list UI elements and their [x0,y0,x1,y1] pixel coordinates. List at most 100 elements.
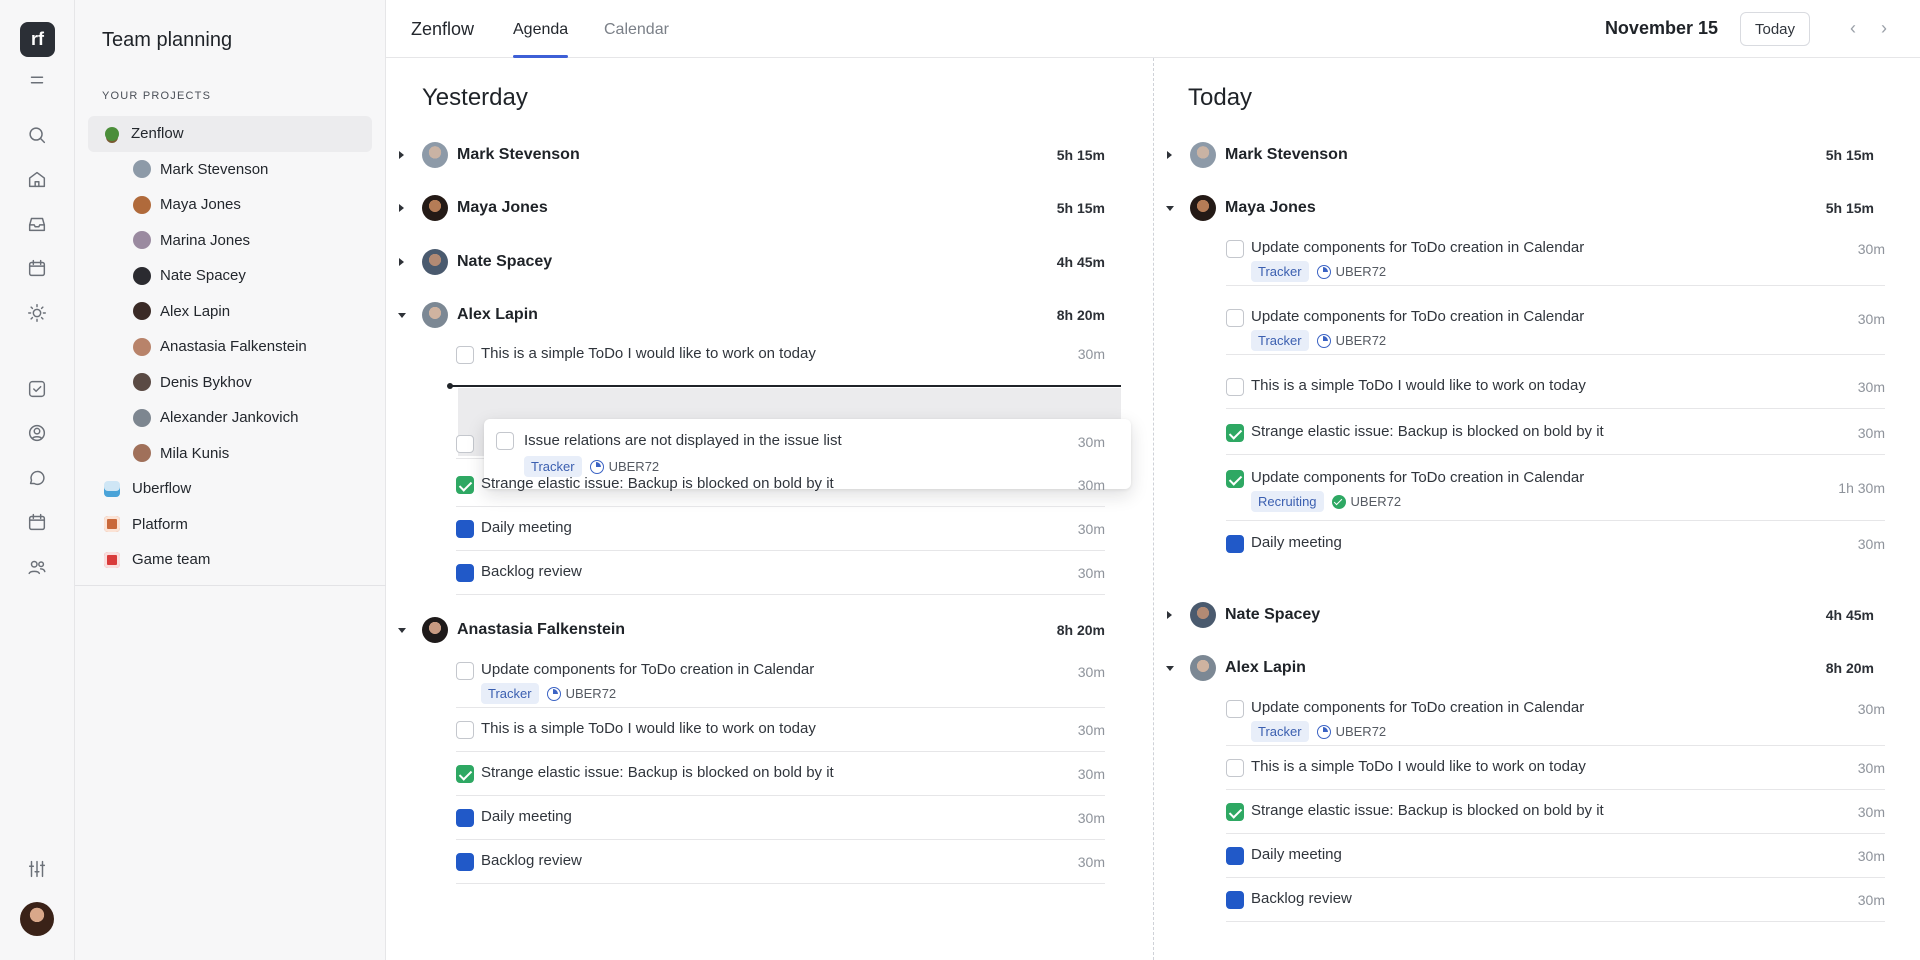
task-checkbox-checked[interactable] [1226,470,1244,488]
member-mila-kunis[interactable]: Mila Kunis [88,436,372,472]
sun-icon[interactable] [22,298,52,328]
event-marker[interactable] [1226,535,1244,553]
task-item[interactable]: This is a simple ToDo I would like to wo… [1226,746,1885,790]
tab-calendar[interactable]: Calendar [604,21,669,39]
issue-ref[interactable]: UBER72 [546,686,616,701]
task-item[interactable]: Strange elastic issue: Backup is blocked… [456,463,1105,507]
app-logo[interactable]: rf [20,22,55,57]
caret-right-icon[interactable] [399,258,404,266]
member-anastasia-falkenstein[interactable]: Anastasia Falkenstein [88,329,372,365]
issue-ref[interactable]: UBER72 [1316,724,1386,739]
project-uberflow[interactable]: Uberflow [88,471,372,507]
today-button[interactable]: Today [1740,12,1810,46]
checkbox-icon[interactable] [22,374,52,404]
task-item[interactable]: Strange elastic issue: Backup is blocked… [1226,409,1885,455]
task-item[interactable]: This is a simple ToDo I would like to wo… [456,708,1105,752]
task-item[interactable]: Update components for ToDo creation in C… [1226,227,1885,286]
user-circle-icon[interactable] [22,418,52,448]
task-checkbox[interactable] [1226,378,1244,396]
search-icon[interactable] [22,120,52,150]
sliders-icon[interactable] [22,854,52,884]
task-checkbox[interactable] [1226,700,1244,718]
task-item[interactable]: Update components for ToDo creation in C… [1226,296,1885,355]
task-checkbox[interactable] [456,721,474,739]
event-item[interactable]: Daily meeting 30m [1226,834,1885,878]
calendar-alt-icon[interactable] [22,507,52,537]
users-icon[interactable] [22,552,52,582]
task-checkbox[interactable] [1226,240,1244,258]
member-maya-jones[interactable]: Maya Jones [88,187,372,223]
person-row-alex-lapin[interactable]: Alex Lapin 8h 20m [386,295,1153,335]
caret-right-icon[interactable] [1167,611,1172,619]
caret-down-icon[interactable] [398,312,406,318]
event-marker[interactable] [456,853,474,871]
person-row-maya-jones[interactable]: Maya Jones 5h 15m [1154,188,1920,228]
chat-icon[interactable] [22,463,52,493]
event-item[interactable]: Daily meeting 30m [456,796,1105,840]
event-item[interactable]: Backlog review 30m [1226,878,1885,922]
event-item[interactable]: Backlog review 30m [456,840,1105,884]
project-tag[interactable]: Recruiting [1251,491,1324,512]
event-marker[interactable] [1226,847,1244,865]
member-alexander-jankovich[interactable]: Alexander Jankovich [88,400,372,436]
person-row-mark-stevenson[interactable]: Mark Stevenson 5h 15m [386,135,1153,175]
member-marina-jones[interactable]: Marina Jones [88,223,372,259]
task-checkbox-checked[interactable] [456,476,474,494]
task-checkbox-checked[interactable] [1226,424,1244,442]
project-zenflow[interactable]: Zenflow [88,116,372,152]
event-item[interactable]: Daily meeting 30m [1226,521,1885,565]
user-avatar[interactable] [20,902,54,936]
task-checkbox[interactable] [1226,309,1244,327]
task-checkbox[interactable] [456,346,474,364]
caret-right-icon[interactable] [1167,151,1172,159]
task-checkbox[interactable] [456,662,474,680]
person-row-alex-lapin[interactable]: Alex Lapin 8h 20m [1154,648,1920,688]
issue-ref[interactable]: UBER72 [1331,494,1401,509]
member-mark-stevenson[interactable]: Mark Stevenson [88,152,372,188]
calendar-icon[interactable] [22,253,52,283]
project-tag[interactable]: Tracker [1251,330,1309,351]
chevron-left-icon[interactable]: ‹ [1841,16,1865,40]
event-marker[interactable] [456,564,474,582]
task-checkbox-checked[interactable] [1226,803,1244,821]
issue-ref[interactable]: UBER72 [1316,333,1386,348]
caret-down-icon[interactable] [398,627,406,633]
task-item[interactable]: Strange elastic issue: Backup is blocked… [1226,790,1885,834]
project-game-team[interactable]: Game team [88,542,372,578]
person-row-nate-spacey[interactable]: Nate Spacey 4h 45m [1154,595,1920,635]
task-item[interactable]: Strange elastic issue: Backup is blocked… [456,752,1105,796]
issue-ref[interactable]: UBER72 [1316,264,1386,279]
person-row-maya-jones[interactable]: Maya Jones 5h 15m [386,188,1153,228]
home-icon[interactable] [22,164,52,194]
inbox-icon[interactable] [22,209,52,239]
task-checkbox[interactable] [456,435,474,453]
tab-agenda[interactable]: Agenda [513,21,568,39]
event-item[interactable]: Daily meeting 30m [456,507,1105,551]
event-marker[interactable] [456,809,474,827]
task-item[interactable]: Update components for ToDo creation in C… [456,649,1105,708]
task-checkbox-checked[interactable] [456,765,474,783]
task-item[interactable]: Update components for ToDo creation in C… [1226,455,1885,521]
menu-icon[interactable] [22,65,52,95]
task-checkbox[interactable] [1226,759,1244,777]
caret-down-icon[interactable] [1166,205,1174,211]
event-marker[interactable] [456,520,474,538]
caret-right-icon[interactable] [399,151,404,159]
project-tag[interactable]: Tracker [481,683,539,704]
event-marker[interactable] [1226,891,1244,909]
task-checkbox[interactable] [496,432,514,450]
member-nate-spacey[interactable]: Nate Spacey [88,258,372,294]
caret-right-icon[interactable] [399,204,404,212]
task-item[interactable]: This is a simple ToDo I would like to wo… [1226,365,1885,409]
task-item[interactable]: Update components for ToDo creation in C… [1226,687,1885,746]
event-item[interactable]: Backlog review 30m [456,551,1105,595]
person-row-nate-spacey[interactable]: Nate Spacey 4h 45m [386,242,1153,282]
caret-down-icon[interactable] [1166,665,1174,671]
project-tag[interactable]: Tracker [1251,261,1309,282]
project-platform[interactable]: Platform [88,507,372,543]
person-row-anastasia-falkenstein[interactable]: Anastasia Falkenstein 8h 20m [386,610,1153,650]
member-denis-bykhov[interactable]: Denis Bykhov [88,365,372,401]
project-tag[interactable]: Tracker [1251,721,1309,742]
chevron-right-icon[interactable]: › [1872,16,1896,40]
member-alex-lapin[interactable]: Alex Lapin [88,294,372,330]
